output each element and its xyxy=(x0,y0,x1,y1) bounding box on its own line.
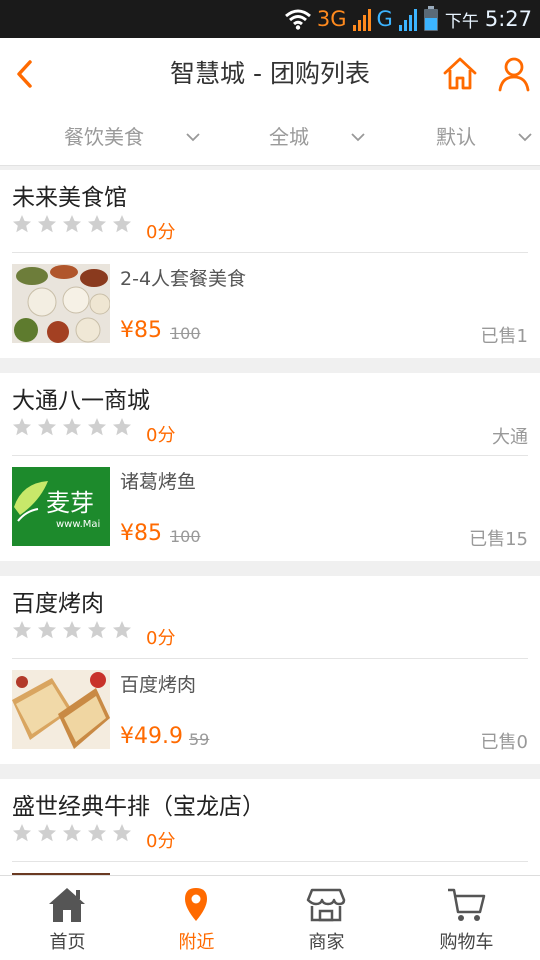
signal-orange-icon xyxy=(352,7,371,31)
location-pin-icon xyxy=(185,888,207,921)
deal-title: 诸葛烤鱼 xyxy=(120,471,197,493)
star-icon xyxy=(13,621,31,639)
shop-name: 百度烤肉 xyxy=(12,591,104,617)
deal-card[interactable]: 未来美食馆 0分 2-4人套餐美食 ¥85 100 已售1 xyxy=(0,170,540,358)
score-label: 0分 xyxy=(146,222,176,243)
original-price: 59 xyxy=(189,730,210,749)
score-label: 0分 xyxy=(146,628,176,649)
deal-title: 百度烤肉 xyxy=(120,674,197,696)
star-rating xyxy=(12,823,132,843)
network-g-label: G xyxy=(376,7,393,31)
shop-name: 未来美食馆 xyxy=(12,185,127,211)
filter-category-label: 餐饮美食 xyxy=(64,125,144,149)
divider xyxy=(12,861,528,862)
star-icon xyxy=(38,824,56,842)
star-icon xyxy=(63,215,81,233)
price: ¥85 xyxy=(120,318,162,343)
clock-ampm: 下午 xyxy=(444,11,479,32)
deal-card[interactable]: 大通八一商城 0分 大通 麦芽 www.Mai 诸葛烤鱼 ¥85 100 已售1… xyxy=(0,373,540,561)
score-label: 0分 xyxy=(146,425,176,446)
logo-url-text: www.Mai xyxy=(56,519,101,530)
star-icon xyxy=(13,824,31,842)
star-icon xyxy=(63,824,81,842)
star-icon xyxy=(38,418,56,436)
logo-text: 麦芽 xyxy=(46,489,94,517)
original-price: 100 xyxy=(170,527,201,546)
filter-area[interactable]: 全城 xyxy=(269,110,365,166)
sold-count: 已售0 xyxy=(480,732,528,753)
price: ¥85 xyxy=(120,521,162,546)
tab-nearby[interactable]: 附近 xyxy=(129,876,264,960)
home-icon xyxy=(49,888,85,922)
area-label: 大通 xyxy=(492,427,528,448)
filter-sort-label: 默认 xyxy=(436,125,476,149)
chevron-down-icon xyxy=(186,133,200,142)
star-icon xyxy=(13,418,31,436)
deal-card[interactable]: 百度烤肉 0分 百度烤肉 ¥49.9 59 已售0 xyxy=(0,576,540,764)
shop-name: 盛世经典牛排（宝龙店） xyxy=(12,794,265,820)
sold-count: 已售15 xyxy=(469,529,528,550)
star-icon xyxy=(88,215,106,233)
star-icon xyxy=(88,621,106,639)
signal-blue-icon xyxy=(398,7,417,31)
filter-area-label: 全城 xyxy=(269,125,309,149)
maiya-logo-image: 麦芽 www.Mai xyxy=(12,467,110,546)
star-rating xyxy=(12,214,132,234)
deal-title: 2-4人套餐美食 xyxy=(120,268,247,290)
cart-icon xyxy=(448,888,486,921)
filter-sort[interactable]: 默认 xyxy=(436,110,532,166)
star-icon xyxy=(88,418,106,436)
network-3g-label: 3G xyxy=(316,7,347,31)
star-icon xyxy=(38,215,56,233)
header-bar: 智慧城 - 团购列表 xyxy=(0,38,540,110)
star-icon xyxy=(13,215,31,233)
star-icon xyxy=(63,621,81,639)
price: ¥49.9 xyxy=(120,724,183,749)
divider xyxy=(12,658,528,659)
score-label: 0分 xyxy=(146,831,176,852)
status-bar: 3G G 下午 5:27 xyxy=(0,0,540,38)
grilled-sandwich-image xyxy=(12,670,110,749)
wifi-icon xyxy=(284,9,311,30)
star-icon xyxy=(88,824,106,842)
bottom-tab-bar: 首页 附近 商家 购物车 xyxy=(0,875,540,960)
star-icon xyxy=(63,418,81,436)
star-rating xyxy=(12,620,132,640)
star-icon xyxy=(113,215,131,233)
star-icon xyxy=(113,418,131,436)
store-icon xyxy=(306,888,346,922)
clock-time: 5:27 xyxy=(484,7,532,31)
tab-cart[interactable]: 购物车 xyxy=(399,876,534,960)
tab-home[interactable]: 首页 xyxy=(0,876,135,960)
chevron-down-icon xyxy=(351,133,365,142)
tab-merchants[interactable]: 商家 xyxy=(259,876,394,960)
filter-category[interactable]: 餐饮美食 xyxy=(64,110,200,166)
user-icon[interactable] xyxy=(496,54,532,94)
filter-bar: 餐饮美食 全城 默认 xyxy=(0,110,540,166)
star-rating xyxy=(12,417,132,437)
battery-icon xyxy=(423,6,438,31)
star-icon xyxy=(38,621,56,639)
home-icon[interactable] xyxy=(440,54,480,94)
tab-label: 附近 xyxy=(178,932,215,953)
original-price: 100 xyxy=(170,324,201,343)
star-icon xyxy=(113,824,131,842)
star-icon xyxy=(113,621,131,639)
shop-name: 大通八一商城 xyxy=(12,388,150,414)
deal-card[interactable]: 盛世经典牛排（宝龙店） 0分 xyxy=(0,779,540,875)
chevron-down-icon xyxy=(518,133,532,142)
tab-label: 购物车 xyxy=(439,932,494,953)
tab-label: 商家 xyxy=(308,932,345,953)
divider xyxy=(12,252,528,253)
tab-label: 首页 xyxy=(49,932,86,953)
deal-list[interactable]: 未来美食馆 0分 2-4人套餐美食 ¥85 100 已售1 大通八一商城 0分 … xyxy=(0,170,540,875)
sold-count: 已售1 xyxy=(480,326,528,347)
food-platter-image xyxy=(12,264,110,343)
divider xyxy=(12,455,528,456)
